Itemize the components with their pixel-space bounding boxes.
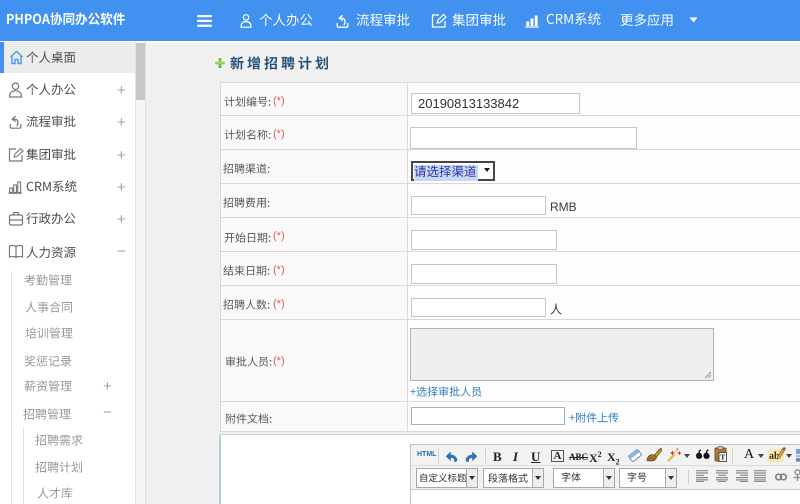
svg-text:T: T	[720, 453, 725, 462]
